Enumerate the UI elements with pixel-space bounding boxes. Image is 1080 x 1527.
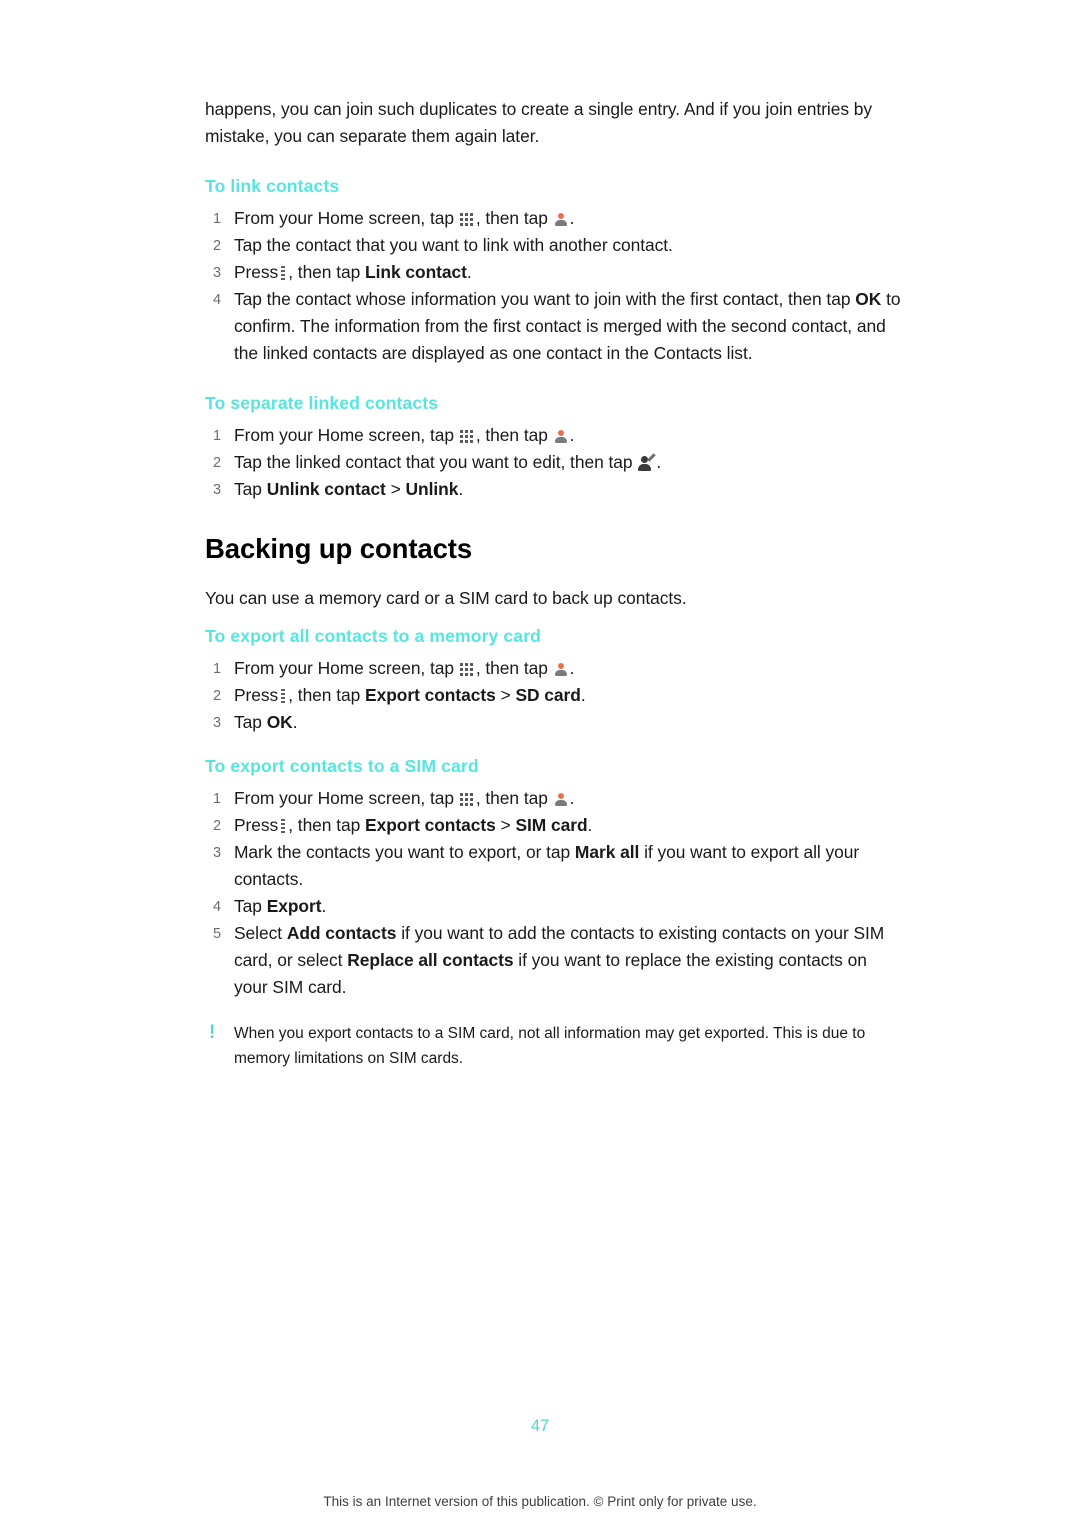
menu-item-sd-card: SD card	[515, 685, 581, 705]
step-item: Select Add contacts if you want to add t…	[205, 920, 905, 1001]
step-text: Press	[234, 815, 279, 835]
step-text: From your Home screen, tap	[234, 425, 455, 445]
step-text-cont: , then tap	[288, 262, 361, 282]
step-item: Tap Unlink contact > Unlink.	[205, 476, 905, 504]
note-text: When you export contacts to a SIM card, …	[234, 1025, 866, 1067]
step-item: From your Home screen, tap , then tap .	[205, 205, 905, 233]
step-text-end: .	[458, 479, 464, 499]
note-block: ! When you export contacts to a SIM card…	[205, 1021, 905, 1071]
button-ok: OK	[855, 289, 882, 309]
step-item: Tap the contact that you want to link wi…	[205, 232, 905, 260]
step-text: Tap	[234, 712, 262, 732]
contacts-app-icon	[554, 662, 569, 677]
edit-contact-icon	[638, 453, 657, 471]
step-item: From your Home screen, tap , then tap .	[205, 785, 905, 813]
intro-paragraph: happens, you can join such duplicates to…	[205, 99, 873, 146]
heading-to-link-contacts: To link contacts	[205, 176, 340, 196]
menu-item-link-contact: Link contact	[365, 262, 467, 282]
separator: >	[500, 685, 511, 705]
app-drawer-icon	[459, 213, 475, 226]
options-menu-key-icon	[280, 819, 286, 833]
main-paragraph: You can use a memory card or a SIM card …	[205, 588, 687, 608]
step-text-end: .	[466, 262, 472, 282]
steps-link-contacts: From your Home screen, tap , then tap . …	[205, 205, 905, 367]
step-text: Tap the contact whose information you wa…	[234, 289, 851, 309]
button-export: Export	[266, 896, 322, 916]
step-text-end: .	[569, 425, 575, 445]
step-text: Press	[234, 262, 279, 282]
steps-separate-linked-contacts: From your Home screen, tap , then tap . …	[205, 422, 905, 504]
contacts-app-icon	[554, 792, 569, 807]
step-text-cont: , then tap	[288, 815, 361, 835]
steps-export-memory-card: From your Home screen, tap , then tap . …	[205, 655, 905, 737]
separator: >	[500, 815, 511, 835]
contacts-app-icon	[554, 212, 569, 227]
step-text: Tap the contact that you want to link wi…	[234, 235, 673, 255]
step-item: Tap the contact whose information you wa…	[205, 286, 905, 367]
step-text-end: .	[321, 896, 327, 916]
contacts-app-icon	[554, 429, 569, 444]
options-menu-key-icon	[280, 689, 286, 703]
step-item: Tap OK.	[205, 709, 905, 737]
step-item: Press , then tap Link contact.	[205, 259, 905, 287]
step-text: Tap the linked contact that you want to …	[234, 452, 633, 472]
page-title: Backing up contacts	[205, 533, 473, 564]
step-text-cont: , then tap	[475, 658, 548, 678]
page-number: 47	[530, 1417, 550, 1435]
step-item: From your Home screen, tap , then tap .	[205, 422, 905, 450]
separator: >	[390, 479, 401, 499]
step-text-end: .	[569, 208, 575, 228]
step-text-end: .	[569, 788, 575, 808]
step-item: Tap Export.	[205, 893, 905, 921]
button-mark-all: Mark all	[574, 842, 640, 862]
step-item: Tap the linked contact that you want to …	[205, 449, 905, 477]
app-drawer-icon	[459, 793, 475, 806]
step-text: Press	[234, 685, 279, 705]
menu-item-sim-card: SIM card	[515, 815, 588, 835]
step-text-cont: , then tap	[475, 208, 548, 228]
step-text: From your Home screen, tap	[234, 208, 455, 228]
app-drawer-icon	[459, 663, 475, 676]
button-ok: OK	[266, 712, 293, 732]
step-text: From your Home screen, tap	[234, 658, 455, 678]
step-text-cont: , then tap	[475, 788, 548, 808]
menu-item-export-contacts: Export contacts	[365, 815, 496, 835]
step-text-end: .	[656, 452, 662, 472]
step-item: From your Home screen, tap , then tap .	[205, 655, 905, 683]
step-text: Mark the contacts you want to export, or…	[234, 842, 571, 862]
step-item: Press , then tap Export contacts > SIM ca…	[205, 812, 905, 840]
app-drawer-icon	[459, 430, 475, 443]
step-text-end: .	[587, 815, 593, 835]
options-menu-key-icon	[280, 266, 286, 280]
step-text-end: .	[580, 685, 586, 705]
step-item: Press , then tap Export contacts > SD car…	[205, 682, 905, 710]
page-content: happens, you can join such duplicates to…	[205, 96, 905, 1071]
step-text: Select	[234, 923, 283, 943]
step-text-end: .	[292, 712, 298, 732]
step-text: From your Home screen, tap	[234, 788, 455, 808]
heading-to-separate-linked-contacts: To separate linked contacts	[205, 393, 439, 413]
menu-item-unlink: Unlink	[405, 479, 459, 499]
step-item: Mark the contacts you want to export, or…	[205, 839, 905, 893]
footer-text: This is an Internet version of this publ…	[323, 1494, 757, 1509]
option-replace-all-contacts: Replace all contacts	[347, 950, 514, 970]
heading-export-to-memory-card: To export all contacts to a memory card	[205, 626, 541, 646]
document-page: happens, you can join such duplicates to…	[0, 0, 1080, 1527]
step-text-cont: , then tap	[475, 425, 548, 445]
heading-export-to-sim-card: To export contacts to a SIM card	[205, 756, 479, 776]
step-text: Tap	[234, 896, 262, 916]
option-add-contacts: Add contacts	[286, 923, 397, 943]
menu-item-unlink-contact: Unlink contact	[266, 479, 386, 499]
step-text-cont: , then tap	[288, 685, 361, 705]
step-text-end: .	[569, 658, 575, 678]
step-text: Tap	[234, 479, 262, 499]
exclamation-icon: !	[209, 1022, 216, 1043]
steps-export-sim-card: From your Home screen, tap , then tap . …	[205, 785, 905, 1001]
menu-item-export-contacts: Export contacts	[365, 685, 496, 705]
